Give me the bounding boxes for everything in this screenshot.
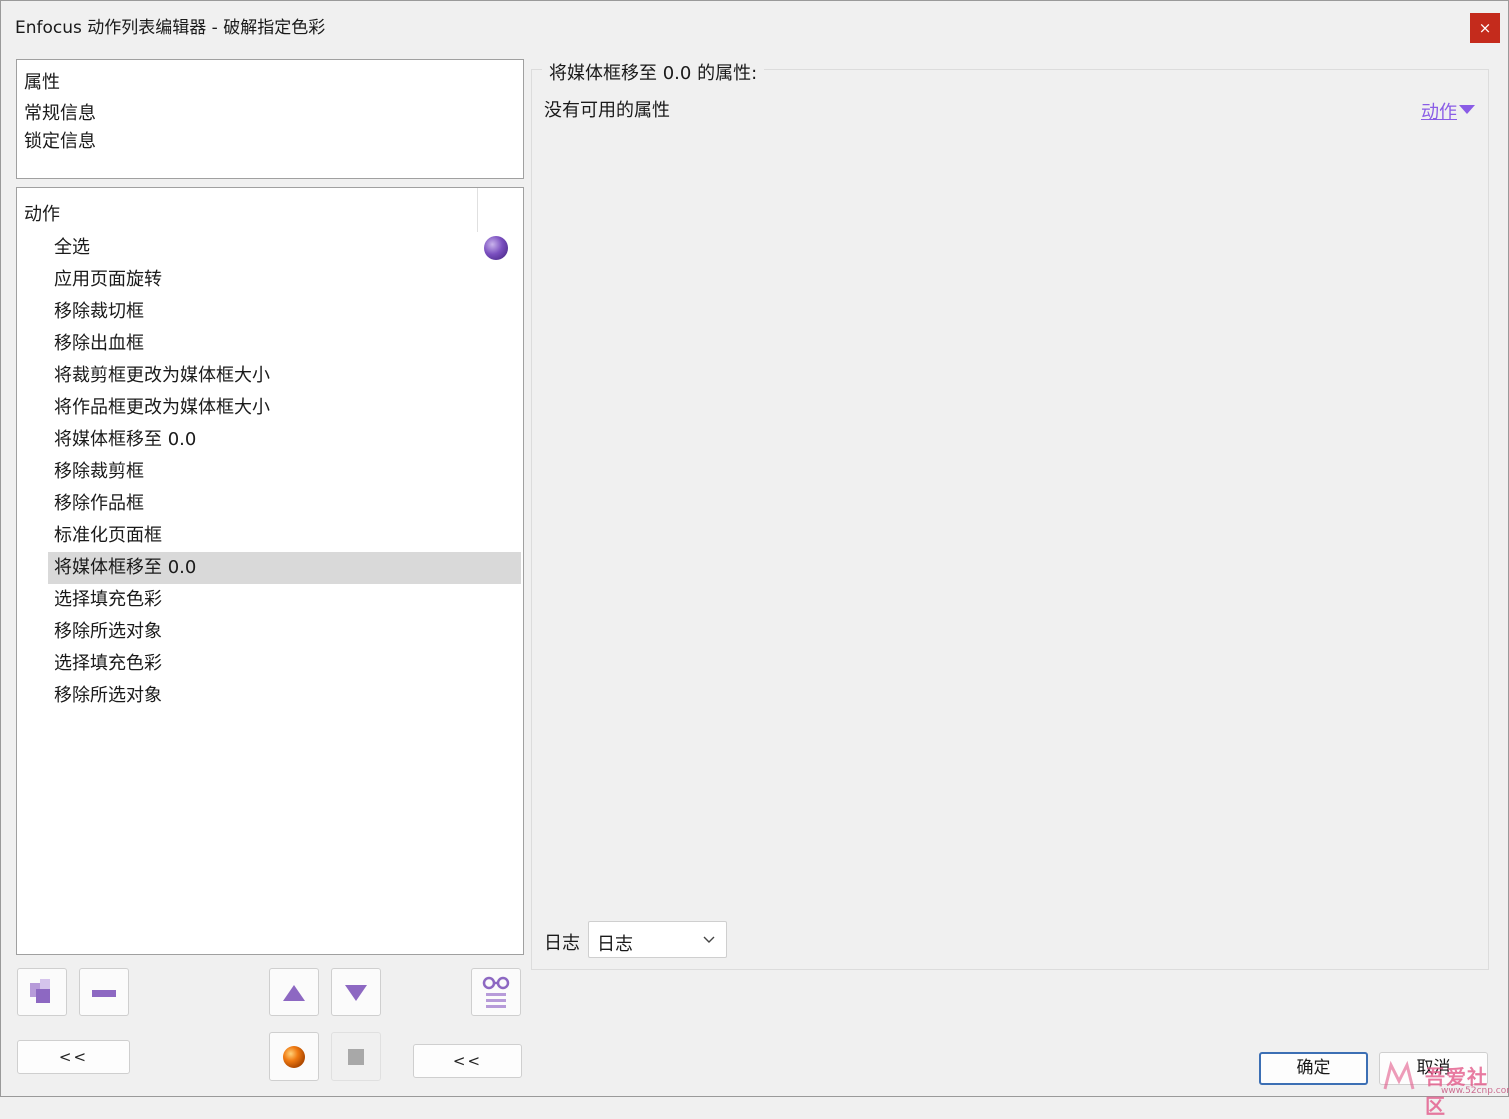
properties-group — [531, 69, 1489, 970]
orange-ball-icon — [283, 1046, 305, 1068]
action-item[interactable]: 将媒体框移至 0.0 — [48, 424, 521, 456]
no-properties-text: 没有可用的属性 — [544, 100, 670, 121]
close-button[interactable]: × — [1470, 13, 1500, 43]
action-item[interactable]: 移除裁切框 — [48, 296, 521, 328]
caret-down-icon[interactable] — [1459, 105, 1475, 114]
gray-stop-icon — [348, 1049, 364, 1065]
action-item[interactable]: 全选 — [48, 232, 521, 264]
action-list-editor-window: Enfocus 动作列表编辑器 - 破解指定色彩 × 属性 常规信息 锁定信息 … — [0, 0, 1509, 1118]
log-select[interactable]: 日志 — [588, 921, 727, 958]
action-menu-link[interactable]: 动作 — [1421, 98, 1457, 124]
prop-item-lock-info[interactable]: 锁定信息 — [24, 127, 96, 153]
action-item[interactable]: 将裁剪框更改为媒体框大小 — [48, 360, 521, 392]
properties-group-title: 将媒体框移至 0.0 的属性: — [542, 59, 765, 85]
action-item[interactable]: 移除作品框 — [48, 488, 521, 520]
minus-icon — [92, 990, 116, 997]
glasses-list-icon — [482, 976, 510, 1008]
collapse-left-button[interactable]: << — [17, 1040, 130, 1074]
prop-item-attributes[interactable]: 属性 — [24, 68, 60, 94]
action-item[interactable]: 应用页面旋转 — [48, 264, 521, 296]
add-action-button[interactable] — [17, 968, 67, 1016]
action-item[interactable]: 移除所选对象 — [48, 680, 521, 712]
action-item[interactable]: 标准化页面框 — [48, 520, 521, 552]
properties-list: 属性 常规信息 锁定信息 — [16, 59, 524, 179]
action-item-selected[interactable]: 将媒体框移至 0.0 — [48, 552, 521, 584]
watermark-url: www.52cnp.com — [1441, 1086, 1509, 1096]
prop-item-general-info[interactable]: 常规信息 — [24, 99, 96, 125]
move-up-button[interactable] — [269, 968, 319, 1016]
triangle-down-icon — [345, 985, 367, 1001]
close-icon: × — [1478, 19, 1492, 37]
title-bar: Enfocus 动作列表编辑器 - 破解指定色彩 × — [1, 1, 1508, 47]
add-copy-icon — [30, 979, 50, 1003]
action-item[interactable]: 选择填充色彩 — [48, 584, 521, 616]
log-select-value: 日志 — [597, 934, 633, 955]
run-button[interactable] — [269, 1032, 319, 1081]
action-item[interactable]: 选择填充色彩 — [48, 648, 521, 680]
stop-button[interactable] — [331, 1032, 381, 1081]
action-item[interactable]: 移除所选对象 — [48, 616, 521, 648]
ok-button[interactable]: 确定 — [1259, 1052, 1368, 1085]
action-item[interactable]: 移除裁剪框 — [48, 456, 521, 488]
actions-list: 动作 全选 应用页面旋转 移除裁切框 移除出血框 将裁剪框更改为媒体框大小 将作… — [16, 187, 524, 955]
inspect-button[interactable] — [471, 968, 521, 1016]
header-separator — [477, 188, 478, 232]
remove-action-button[interactable] — [79, 968, 129, 1016]
chevron-down-icon — [703, 936, 715, 943]
action-item[interactable]: 移除出血框 — [48, 328, 521, 360]
triangle-up-icon — [283, 985, 305, 1001]
move-down-button[interactable] — [331, 968, 381, 1016]
actions-header[interactable]: 动作 — [24, 200, 60, 226]
collapse-right-button[interactable]: << — [413, 1044, 522, 1078]
window-title: Enfocus 动作列表编辑器 - 破解指定色彩 — [15, 18, 326, 38]
log-label: 日志 — [544, 933, 580, 954]
action-item[interactable]: 将作品框更改为媒体框大小 — [48, 392, 521, 424]
